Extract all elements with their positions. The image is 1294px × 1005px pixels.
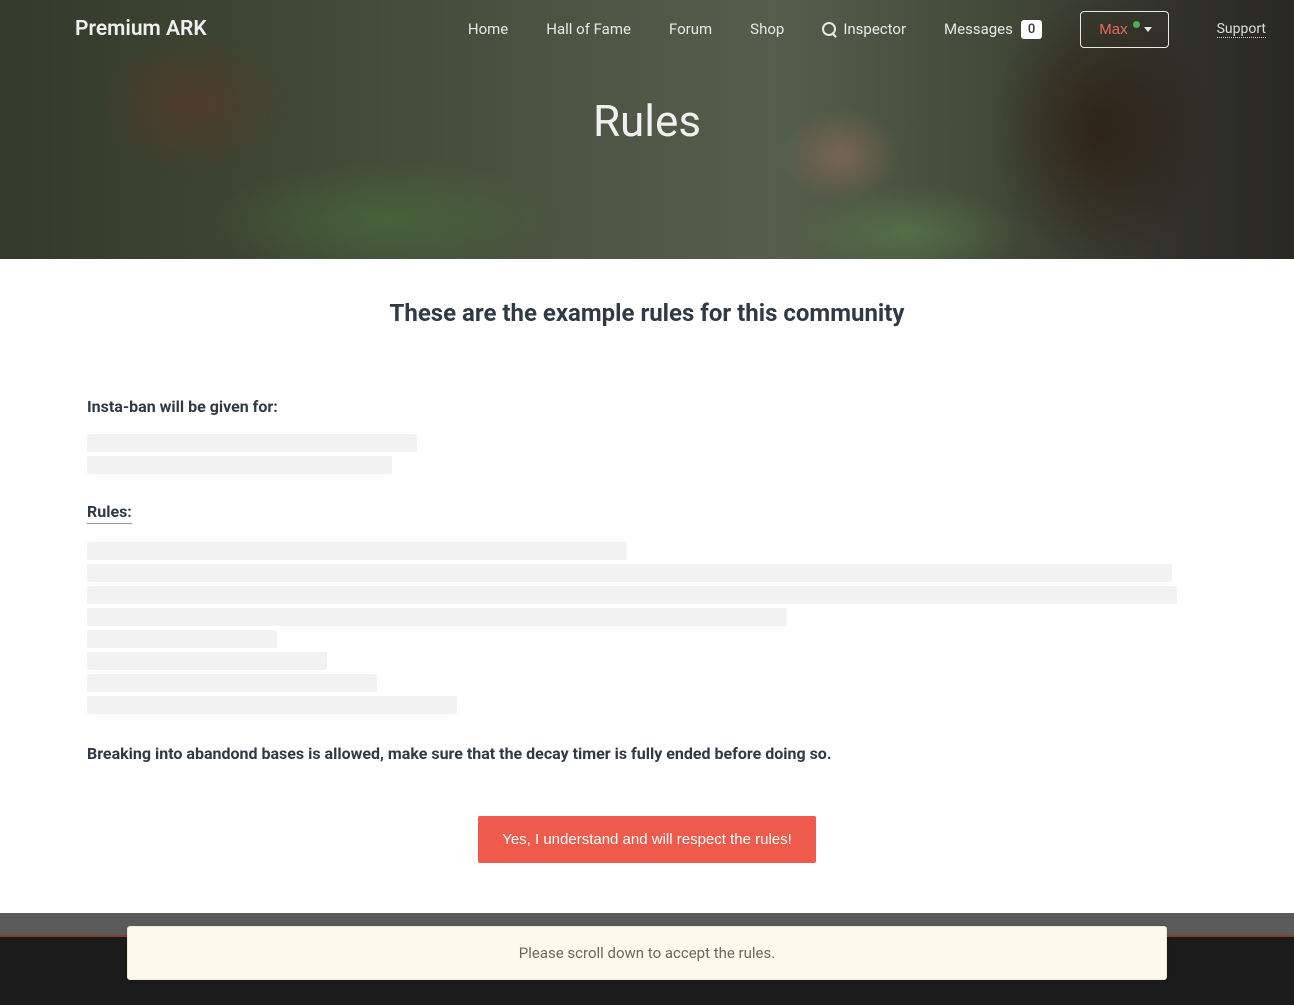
instaban-list-redacted [87,434,1207,474]
messages-count-badge: 0 [1021,20,1042,39]
scroll-toast: Please scroll down to accept the rules. [127,926,1167,980]
chevron-down-icon [1144,27,1152,32]
accept-rules-button[interactable]: Yes, I understand and will respect the r… [478,816,816,863]
abandoned-bases-rule: Breaking into abandond bases is allowed,… [87,742,1207,766]
brand-logo[interactable]: Premium ARK [75,17,207,41]
status-online-dot [1133,21,1140,28]
nav-inspector[interactable]: Inspector [822,20,906,38]
nav-support[interactable]: Support [1217,21,1266,38]
nav-shop[interactable]: Shop [750,20,784,38]
search-icon [822,22,837,37]
nav-messages-label: Messages [944,20,1013,38]
nav-hall-of-fame[interactable]: Hall of Fame [546,20,631,38]
nav-home[interactable]: Home [468,20,508,38]
instaban-heading: Insta-ban will be given for: [87,397,1207,416]
user-menu-button[interactable]: Max [1080,11,1168,48]
page-title: Rules [0,95,1294,147]
user-name: Max [1099,21,1127,38]
main-content: These are the example rules for this com… [87,259,1207,913]
top-nav: Premium ARK Home Hall of Fame Forum Shop… [0,0,1294,58]
rules-list-redacted [87,542,1207,714]
nav-messages[interactable]: Messages 0 [944,20,1042,39]
rules-heading: Rules: [87,502,132,524]
nav-inspector-label: Inspector [843,20,906,38]
hero-banner: Premium ARK Home Hall of Fame Forum Shop… [0,0,1294,259]
nav-forum[interactable]: Forum [669,20,712,38]
nav-links-group: Home Hall of Fame Forum Shop Inspector M… [468,11,1274,48]
rules-subtitle: These are the example rules for this com… [87,299,1207,327]
